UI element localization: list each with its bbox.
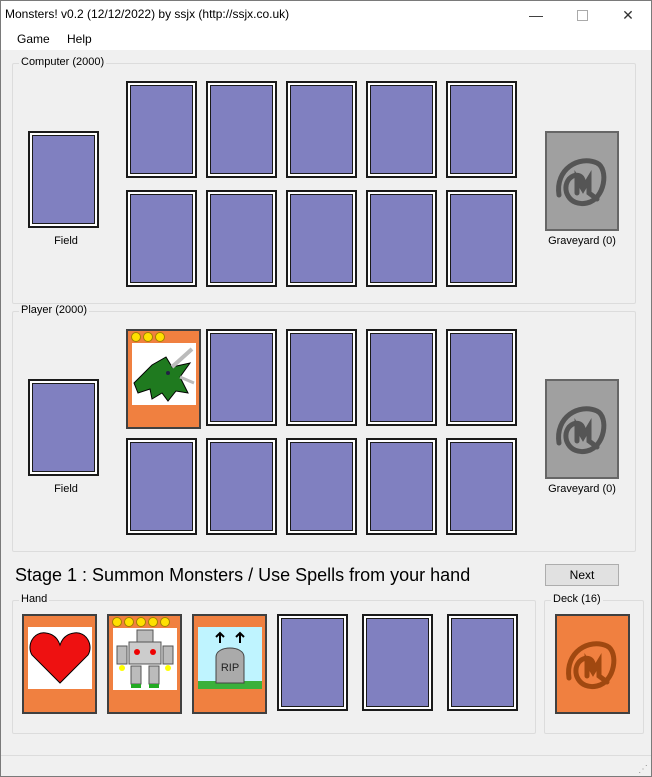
computer-field-label: Field	[54, 235, 78, 247]
player-graveyard[interactable]	[545, 379, 619, 479]
maximize-button[interactable]	[559, 1, 605, 29]
star-rating	[112, 617, 170, 627]
star-rating	[131, 332, 165, 342]
hand-card-slot[interactable]	[447, 614, 518, 711]
hand-card-slot[interactable]	[277, 614, 348, 711]
hand-card-robot[interactable]	[107, 614, 182, 714]
deck-label: Deck (16)	[551, 593, 603, 605]
player-card-slot[interactable]	[286, 438, 357, 535]
swirl-m-icon	[566, 641, 617, 690]
computer-card-slot[interactable]	[126, 190, 197, 287]
player-graveyard-label: Graveyard (0)	[548, 483, 616, 495]
deck-pile[interactable]	[555, 614, 630, 714]
menu-game[interactable]: Game	[17, 32, 50, 46]
computer-card-slot[interactable]	[206, 190, 277, 287]
computer-graveyard[interactable]	[545, 131, 619, 231]
player-card-slot[interactable]	[446, 438, 517, 535]
computer-graveyard-label: Graveyard (0)	[548, 235, 616, 247]
player-monster-card[interactable]	[126, 329, 201, 429]
computer-field-slot[interactable]	[28, 131, 99, 228]
computer-card-slot[interactable]	[126, 81, 197, 178]
heart-icon	[28, 627, 92, 689]
player-card-slot[interactable]	[126, 438, 197, 535]
computer-card-slot[interactable]	[446, 81, 517, 178]
status-bar: ⋰	[1, 755, 651, 777]
menu-bar: Game Help	[1, 29, 651, 50]
swirl-m-icon	[556, 158, 607, 207]
player-field-label: Field	[54, 483, 78, 495]
minimize-button[interactable]: —	[513, 1, 559, 29]
triceratops-icon	[132, 343, 196, 405]
robot-icon	[113, 628, 177, 690]
computer-card-slot[interactable]	[366, 190, 437, 287]
hand-card-slot[interactable]	[362, 614, 433, 711]
svg-text:RIP: RIP	[221, 662, 239, 674]
swirl-m-icon	[556, 406, 607, 455]
app-window: Monsters! v0.2 (12/12/2022) by ssjx (htt…	[0, 0, 652, 777]
next-button[interactable]: Next	[545, 564, 619, 586]
menu-help[interactable]: Help	[67, 32, 92, 46]
player-card-slot[interactable]	[286, 329, 357, 426]
hand-card-heart[interactable]	[22, 614, 97, 714]
resize-grip-icon[interactable]: ⋰	[638, 764, 648, 775]
player-label: Player (2000)	[19, 304, 90, 316]
player-card-slot[interactable]	[206, 329, 277, 426]
computer-card-slot[interactable]	[446, 190, 517, 287]
minimize-icon: —	[529, 7, 543, 23]
hand-card-rip[interactable]: RIP	[192, 614, 267, 714]
window-title: Monsters! v0.2 (12/12/2022) by ssjx (htt…	[5, 7, 290, 21]
computer-card-slot[interactable]	[286, 190, 357, 287]
close-icon: ✕	[622, 6, 634, 23]
close-button[interactable]: ✕	[605, 1, 651, 29]
player-field-slot[interactable]	[28, 379, 99, 476]
player-card-slot[interactable]	[366, 438, 437, 535]
stage-text: Stage 1 : Summon Monsters / Use Spells f…	[15, 565, 471, 585]
hand-label: Hand	[19, 593, 50, 605]
computer-card-slot[interactable]	[366, 81, 437, 178]
computer-label: Computer (2000)	[19, 56, 107, 68]
maximize-icon	[576, 9, 588, 21]
player-card-slot[interactable]	[446, 329, 517, 426]
gravestone-icon: RIP	[198, 627, 262, 689]
player-card-slot[interactable]	[206, 438, 277, 535]
computer-card-slot[interactable]	[206, 81, 277, 178]
computer-card-slot[interactable]	[286, 81, 357, 178]
player-card-slot[interactable]	[366, 329, 437, 426]
title-bar: Monsters! v0.2 (12/12/2022) by ssjx (htt…	[1, 1, 651, 29]
